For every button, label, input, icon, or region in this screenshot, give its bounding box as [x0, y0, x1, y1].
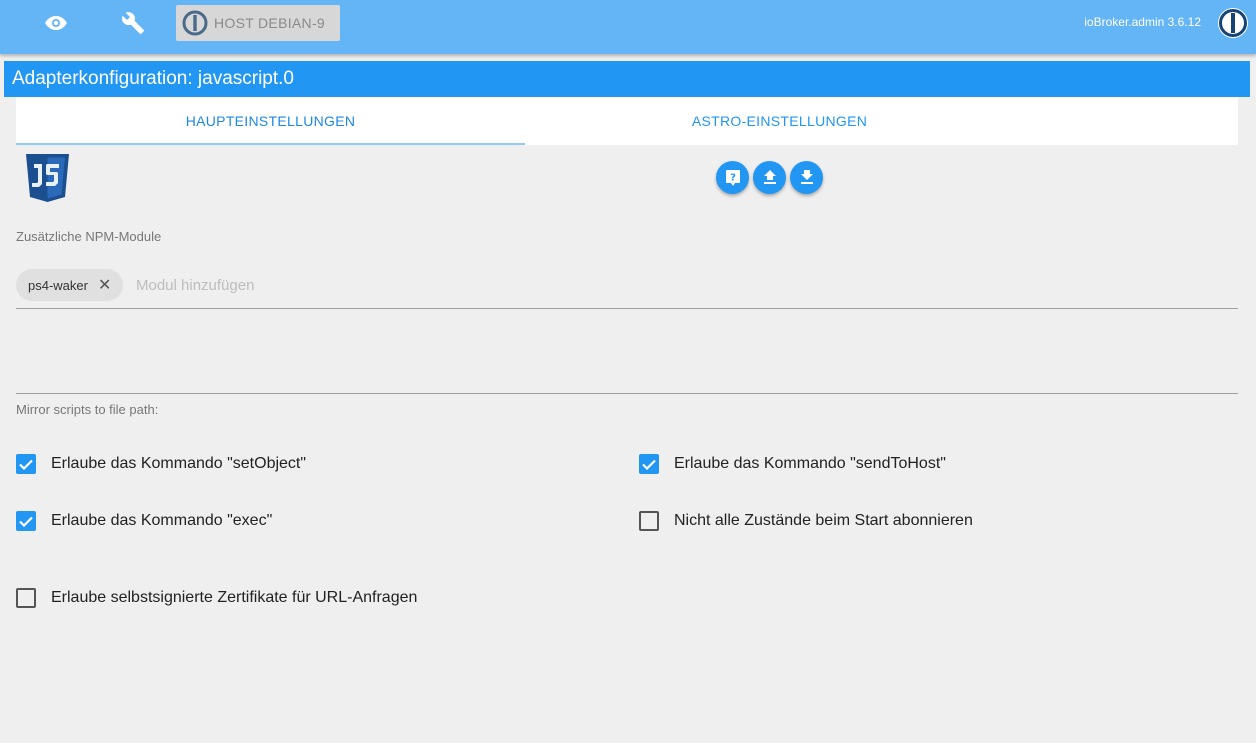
selfsigned-label: Erlaube selbstsignierte Zertifikate für …	[51, 589, 418, 606]
svg-text:?: ?	[730, 172, 736, 183]
download-button[interactable]	[790, 161, 823, 194]
setobject-checkbox[interactable]	[16, 454, 36, 474]
add-module-input[interactable]	[136, 274, 316, 296]
host-label: HOST DEBIAN-9	[214, 15, 325, 31]
top-bar: HOST DEBIAN-9 ioBroker.admin 3.6.12	[0, 0, 1256, 54]
mirror-input-underline	[16, 393, 1238, 394]
tab-bar: HAUPTEINSTELLUNGEN ASTRO-EINSTELLUNGEN	[16, 97, 1238, 145]
upload-icon	[763, 169, 776, 184]
download-icon	[800, 169, 813, 184]
version-label: ioBroker.admin 3.6.12	[1084, 15, 1201, 29]
setobject-label: Erlaube das Kommando "setObject"	[51, 455, 307, 472]
iobroker-logo-icon	[1216, 6, 1250, 45]
help-icon: ?	[725, 169, 740, 186]
action-button-group: ?	[716, 161, 823, 194]
exec-checkbox[interactable]	[16, 511, 36, 531]
option-exec[interactable]: Erlaube das Kommando "exec"	[16, 511, 272, 531]
exec-label: Erlaube das Kommando "exec"	[51, 512, 273, 529]
sendtohost-checkbox[interactable]	[639, 454, 659, 474]
check-icon	[642, 459, 656, 470]
npm-modules-label: Zusätzliche NPM-Module	[16, 229, 162, 244]
iobroker-host-icon	[182, 10, 208, 36]
chip-label: ps4-waker	[28, 277, 88, 293]
wrench-icon[interactable]	[115, 8, 151, 38]
check-icon	[19, 516, 33, 527]
mirror-path-label: Mirror scripts to file path:	[16, 402, 159, 417]
mirror-path-input[interactable]	[16, 360, 1238, 392]
host-selector-button[interactable]: HOST DEBIAN-9	[176, 5, 340, 41]
npm-input-underline	[16, 308, 1238, 309]
subscribe-checkbox[interactable]	[639, 511, 659, 531]
tab-astro-settings[interactable]: ASTRO-EINSTELLUNGEN	[525, 97, 1034, 145]
option-selfsigned[interactable]: Erlaube selbstsignierte Zertifikate für …	[16, 588, 417, 608]
sendtohost-label: Erlaube das Kommando "sendToHost"	[674, 455, 946, 472]
help-button[interactable]: ?	[716, 161, 749, 194]
npm-module-chip: ps4-waker ✕	[16, 269, 124, 301]
chip-remove-icon[interactable]: ✕	[98, 275, 111, 295]
subscribe-label: Nicht alle Zustände beim Start abonniere…	[674, 512, 973, 529]
selfsigned-checkbox[interactable]	[16, 588, 36, 608]
page-title: Adapterkonfiguration: javascript.0	[4, 61, 1250, 97]
option-subscribe[interactable]: Nicht alle Zustände beim Start abonniere…	[639, 511, 973, 531]
javascript-logo-icon	[26, 154, 69, 207]
check-icon	[19, 459, 33, 470]
option-sendtohost[interactable]: Erlaube das Kommando "sendToHost"	[639, 454, 946, 474]
eye-icon[interactable]	[38, 8, 74, 38]
option-setobject[interactable]: Erlaube das Kommando "setObject"	[16, 454, 306, 474]
tab-main-settings[interactable]: HAUPTEINSTELLUNGEN	[16, 97, 525, 145]
upload-button[interactable]	[753, 161, 786, 194]
